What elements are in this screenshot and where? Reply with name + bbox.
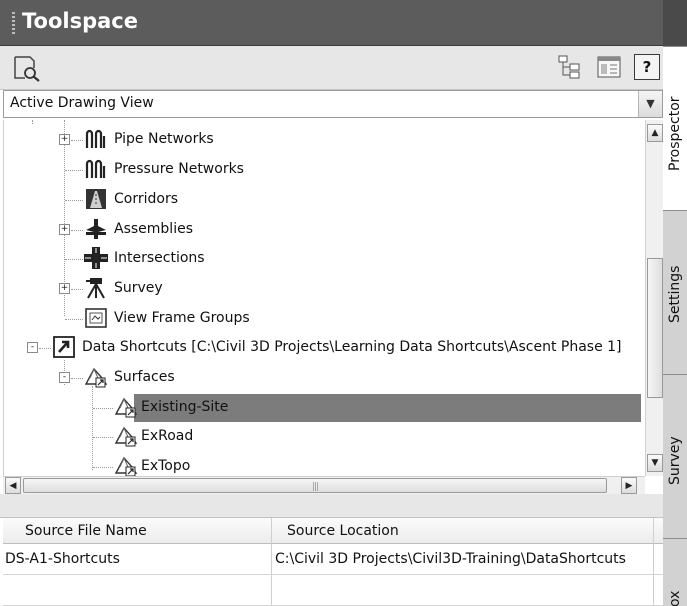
tree-item-label: ExTopo — [141, 458, 191, 474]
intersection-icon — [84, 247, 108, 269]
surface-shortcut-icon — [114, 456, 138, 476]
surface-shortcut-icon — [114, 397, 138, 418]
tree-item-label: Existing-Site — [141, 399, 229, 415]
corridor-icon — [86, 189, 106, 209]
tab-settings[interactable]: Settings — [663, 210, 687, 374]
tree-item-label: Intersections — [114, 250, 205, 266]
tree-item-view-frame-groups[interactable]: View Frame Groups — [4, 305, 644, 333]
expand-icon[interactable]: + — [59, 283, 70, 294]
item-view-icon[interactable] — [596, 54, 622, 80]
tree-item-label: Assemblies — [114, 221, 193, 237]
source-file-name-cell: DS-A1-Shortcuts — [5, 551, 120, 567]
tab-label: Survey — [667, 436, 683, 485]
tree-item-corridors[interactable]: Corridors — [4, 186, 644, 214]
shortcut-details-grid: Source File Name Source Location DS-A1-S… — [3, 518, 663, 606]
tree-item-label: Corridors — [114, 191, 178, 207]
zoom-extents-icon[interactable] — [12, 54, 42, 82]
tree-item-survey[interactable]: + Survey — [4, 275, 644, 303]
tab-prospector[interactable]: Prospector — [663, 46, 687, 210]
tab-toolbox[interactable]: ox — [663, 538, 687, 606]
expand-icon[interactable]: + — [59, 224, 70, 235]
data-shortcut-icon — [53, 336, 75, 358]
view-frame-icon — [85, 308, 107, 328]
toolspace-side-tabs: Prospector Settings Survey ox — [663, 0, 687, 606]
expand-icon[interactable]: + — [59, 134, 70, 145]
tree-item-label: Data Shortcuts [C:\Civil 3D Projects\Lea… — [82, 339, 622, 355]
tree-item-label: Pipe Networks — [114, 131, 214, 147]
tree-item-existing-site[interactable]: Existing-Site — [4, 394, 644, 422]
tree-item-pressure-networks[interactable]: Pressure Networks — [4, 156, 644, 184]
chevron-down-icon[interactable]: ▼ — [638, 91, 662, 117]
tree-item-extopo[interactable]: ExTopo — [4, 453, 644, 476]
tree-item-label: ExRoad — [141, 428, 194, 444]
source-location-cell: C:\Civil 3D Projects\Civil3D-Training\Da… — [275, 551, 626, 567]
pipe-network-icon — [85, 129, 106, 148]
scroll-right-icon[interactable]: ▶ — [621, 477, 637, 494]
toolbar: ? — [0, 46, 663, 90]
tree-item-label: Surfaces — [114, 369, 175, 385]
tree-item-label: Pressure Networks — [114, 161, 244, 177]
scroll-up-icon[interactable]: ▲ — [647, 124, 663, 142]
tab-label: ox — [667, 590, 683, 606]
panel-splitter[interactable] — [0, 494, 663, 518]
table-row[interactable]: DS-A1-Shortcuts C:\Civil 3D Projects\Civ… — [3, 545, 663, 575]
tree-item-surfaces[interactable]: - Surfaces — [4, 364, 644, 392]
tab-strip-top — [663, 0, 687, 46]
scroll-down-icon[interactable]: ▼ — [647, 454, 663, 472]
view-selector-value: Active Drawing View — [10, 95, 154, 111]
column-header-source-file-name[interactable]: Source File Name — [25, 523, 147, 539]
tree-item-assemblies[interactable]: + Assemblies — [4, 216, 644, 244]
collapse-icon[interactable]: - — [59, 372, 70, 383]
surface-folder-icon — [84, 367, 108, 388]
help-button[interactable]: ? — [634, 54, 660, 80]
tree-item-pipe-networks[interactable]: + Pipe Networks — [4, 126, 644, 154]
drag-grip-icon[interactable] — [12, 12, 15, 34]
tab-survey[interactable]: Survey — [663, 374, 687, 538]
tree-item-label: View Frame Groups — [114, 310, 250, 326]
tree-horizontal-scrollbar[interactable]: ◀ ||| ▶ — [3, 476, 645, 494]
assembly-icon — [86, 219, 106, 239]
column-header-source-location[interactable]: Source Location — [287, 523, 399, 539]
survey-icon — [86, 278, 105, 299]
prospector-tree[interactable]: + Pipe Networks Pressure Networks Corrid… — [3, 120, 645, 476]
grid-header: Source File Name Source Location — [3, 518, 663, 544]
tab-label: Prospector — [667, 96, 683, 171]
table-row — [3, 576, 663, 606]
tree-structure-icon[interactable] — [556, 54, 582, 80]
view-selector-dropdown[interactable]: Active Drawing View ▼ — [3, 90, 663, 118]
collapse-icon[interactable]: - — [27, 342, 38, 353]
vertical-scroll-thumb[interactable] — [647, 258, 663, 398]
scroll-left-icon[interactable]: ◀ — [5, 477, 21, 494]
tree-vertical-scrollbar[interactable]: ▲ ▼ — [645, 120, 663, 476]
tab-label: Settings — [667, 265, 683, 323]
toolspace-titlebar[interactable]: Toolspace — [0, 0, 663, 46]
tree-item-label: Survey — [114, 280, 163, 296]
tree-item-exroad[interactable]: ExRoad — [4, 423, 644, 451]
horizontal-scroll-thumb[interactable]: ||| — [23, 478, 607, 493]
tree-item-intersections[interactable]: Intersections — [4, 245, 644, 273]
grip-icon: ||| — [312, 482, 319, 492]
surface-shortcut-icon — [114, 426, 138, 447]
window-title: Toolspace — [22, 9, 138, 33]
tree-item-data-shortcuts[interactable]: - Data Shortcuts [C:\Civil 3D Projects\L… — [4, 334, 644, 362]
pressure-network-icon — [85, 159, 106, 178]
